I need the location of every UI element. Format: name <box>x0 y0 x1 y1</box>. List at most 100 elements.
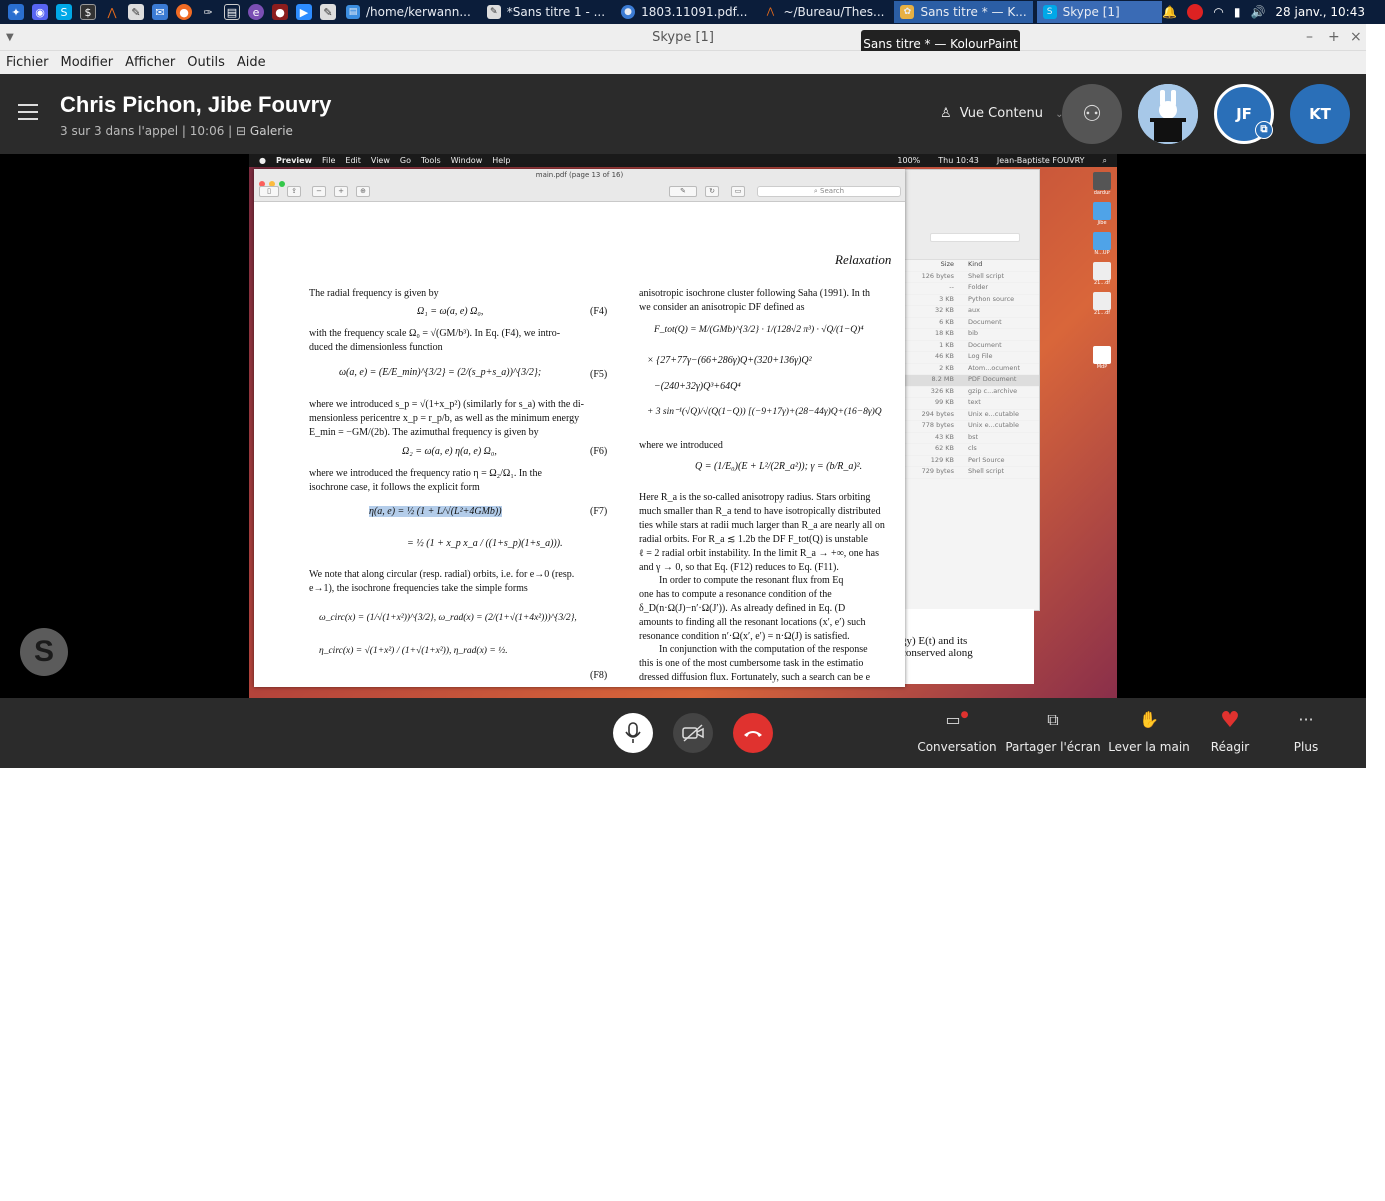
zoom-icon[interactable]: ▶ <box>296 4 312 20</box>
task-dolphin[interactable]: ▤/home/kerwann... <box>340 1 477 23</box>
finder-row[interactable]: 43 KB bst <box>890 433 1039 444</box>
paint-icon: ✿ <box>900 5 915 19</box>
add-participant-button[interactable]: ⚇ <box>1062 84 1122 144</box>
notes-icon[interactable]: ✎ <box>320 4 336 20</box>
finder-row[interactable]: 32 KB aux <box>890 306 1039 318</box>
terminal-icon[interactable]: $ <box>80 4 96 20</box>
do-not-disturb-icon[interactable] <box>1187 4 1204 20</box>
search-field[interactable]: ⌕ Search <box>757 186 901 197</box>
menu-aide[interactable]: Aide <box>237 55 266 70</box>
finder-row[interactable]: 729 bytes Shell script <box>890 467 1039 479</box>
avatar-kt[interactable]: KT <box>1290 84 1350 144</box>
menu-fichier[interactable]: Fichier <box>6 55 49 70</box>
mac-menubar: ● Preview File Edit View Go Tools Window… <box>249 154 1117 167</box>
clock[interactable]: 28 janv., 10:43 <box>1275 5 1365 19</box>
monitor-icon[interactable]: ▤ <box>224 4 240 20</box>
rabbit-hat-icon <box>1138 84 1198 144</box>
editor-icon[interactable]: ✎ <box>128 4 144 20</box>
finder-row[interactable]: 62 KB cls <box>890 444 1039 456</box>
chat-icon: ▭● <box>945 710 969 729</box>
equation-ftot: F_tot(Q) = M/(GMb)^{3/2} · 1/(128√2 π³) … <box>654 325 864 335</box>
mail-icon[interactable]: ✉ <box>152 4 168 20</box>
task-pdf[interactable]: ● 1803.11091.pdf... <box>615 1 753 23</box>
menu-modifier[interactable]: Modifier <box>61 55 114 70</box>
finder-row[interactable]: 8.2 MB PDF Document <box>890 375 1039 387</box>
inkscape-icon[interactable]: ✑ <box>200 4 216 20</box>
finder-row[interactable]: 126 bytes Shell script <box>890 272 1039 283</box>
finder-row[interactable]: 294 bytes Unix e...cutable <box>890 410 1039 421</box>
task-thesis[interactable]: ⋀ ~/Bureau/Thes... <box>757 1 890 23</box>
avatar-jf[interactable]: JF ⧉ <box>1214 84 1274 144</box>
wifi-icon[interactable]: ◠ <box>1213 5 1223 19</box>
finder-row[interactable]: 99 KB text <box>890 398 1039 410</box>
sidebar-toggle-icon[interactable]: ▯ <box>259 186 279 197</box>
avatar[interactable] <box>1138 84 1198 144</box>
view-selector[interactable]: ♙ Vue Contenu ⌄ <box>940 106 1064 121</box>
shared-screen-area: ● Preview File Edit View Go Tools Window… <box>0 154 1366 698</box>
window-title: Skype [1] <box>652 30 714 45</box>
preview-toolbar: main.pdf (page 13 of 16) ▯ ⇪ − + ⊕ ✎ ↻ ▭… <box>254 169 905 202</box>
rotate-icon[interactable]: ↻ <box>705 186 719 197</box>
zoom-in-icon[interactable]: + <box>334 186 348 197</box>
toolbox-icon[interactable]: ▭ <box>731 186 745 197</box>
share-screen-icon: ⧉ <box>1047 710 1059 729</box>
window-titlebar: ▼ Skype [1] – + × <box>0 24 1366 51</box>
finder-row[interactable]: 129 KB Perl Source <box>890 456 1039 467</box>
microphone-icon <box>625 722 641 743</box>
zoom-icon[interactable] <box>279 181 285 187</box>
finder-row[interactable]: 1 KB Document <box>890 341 1039 352</box>
zoom-out-icon[interactable]: − <box>312 186 326 197</box>
discord-icon[interactable]: ◉ <box>32 4 48 20</box>
finder-row[interactable]: 2 KB Atom...ocument <box>890 364 1039 375</box>
finder-row[interactable]: -- Folder <box>890 283 1039 295</box>
volume-icon[interactable]: 🔊 <box>1250 5 1265 19</box>
emacs-icon[interactable]: e <box>248 4 264 20</box>
recorder-icon[interactable]: ● <box>272 4 288 20</box>
firefox-icon[interactable]: ● <box>176 4 192 20</box>
task-skype[interactable]: S Skype [1] <box>1036 1 1162 23</box>
skype-icon: S <box>1042 5 1057 19</box>
share-screen-button[interactable]: ⧉ Partager l'écran <box>1003 710 1103 754</box>
finder-row[interactable]: 3 KB Python source <box>890 295 1039 306</box>
zoom-fit-icon[interactable]: ⊕ <box>356 186 370 197</box>
app-launcher-icon[interactable]: ✦ <box>8 4 24 20</box>
hamburger-icon[interactable] <box>18 104 38 122</box>
share-icon[interactable]: ⇪ <box>287 186 301 197</box>
task-kwrite[interactable]: ✎ *Sans titre 1 - ... <box>481 1 611 23</box>
conversation-button[interactable]: ▭● Conversation <box>907 710 1007 754</box>
bell-icon[interactable]: 🔔 <box>1162 5 1177 19</box>
equation-label: (F8) <box>590 670 608 681</box>
menubar: Fichier Modifier Afficher Outils Aide <box>0 51 1366 74</box>
skype-icon[interactable]: S <box>56 4 72 20</box>
paragraph: where we introduced s_p = √(1+x_p²) (sim… <box>309 399 584 410</box>
task-kolourpaint[interactable]: ✿ Sans titre * — K... <box>894 1 1033 23</box>
finder-row[interactable]: 326 KB gzip c...archive <box>890 387 1039 398</box>
finder-row[interactable]: 6 KB Document <box>890 318 1039 329</box>
menu-outils[interactable]: Outils <box>187 55 225 70</box>
equation-ftot-line4: + 3 sin⁻¹(√Q)/√(Q(1−Q)) [(−9+17γ)+(28−44… <box>647 407 882 417</box>
microphone-button[interactable] <box>613 713 653 753</box>
pdf-page: Relaxation The radial frequency is given… <box>257 203 902 687</box>
menu-afficher[interactable]: Afficher <box>125 55 175 70</box>
battery-icon[interactable]: ▮ <box>1234 5 1241 19</box>
markup-icon[interactable]: ✎ <box>669 186 697 197</box>
finder-row[interactable]: 778 bytes Unix e...cutable <box>890 421 1039 433</box>
hang-up-button[interactable] <box>733 713 773 753</box>
finder-toolbar <box>890 170 1039 260</box>
minimize-icon[interactable]: – <box>1306 24 1313 51</box>
paragraph: with the frequency scale Ω₀ = √(GM/b³). … <box>309 328 561 339</box>
paragraph: resonance condition n′·Ω(x′, e′) = n·Ω(J… <box>639 631 850 642</box>
paragraph: where we introduced <box>639 440 723 451</box>
system-tray: 🔔 ◠ ▮ 🔊 28 janv., 10:43 <box>1162 0 1385 24</box>
finder-row[interactable]: 46 KB Log File <box>890 352 1039 364</box>
call-subtitle: 3 sur 3 dans l'appel | 10:06 | ⊟ Galerie <box>60 124 293 138</box>
paragraph: where we introduced the frequency ratio … <box>309 468 542 479</box>
finder-row[interactable]: 18 KB bib <box>890 329 1039 341</box>
window-menu-icon[interactable]: ▼ <box>6 24 14 51</box>
maximize-icon[interactable]: + <box>1328 24 1340 51</box>
gallery-label[interactable]: Galerie <box>250 124 293 138</box>
matlab-icon[interactable]: ⋀ <box>104 4 120 20</box>
close-icon[interactable]: × <box>1350 24 1362 51</box>
camera-button[interactable] <box>673 713 713 753</box>
more-button[interactable]: ··· Plus <box>1256 710 1356 754</box>
